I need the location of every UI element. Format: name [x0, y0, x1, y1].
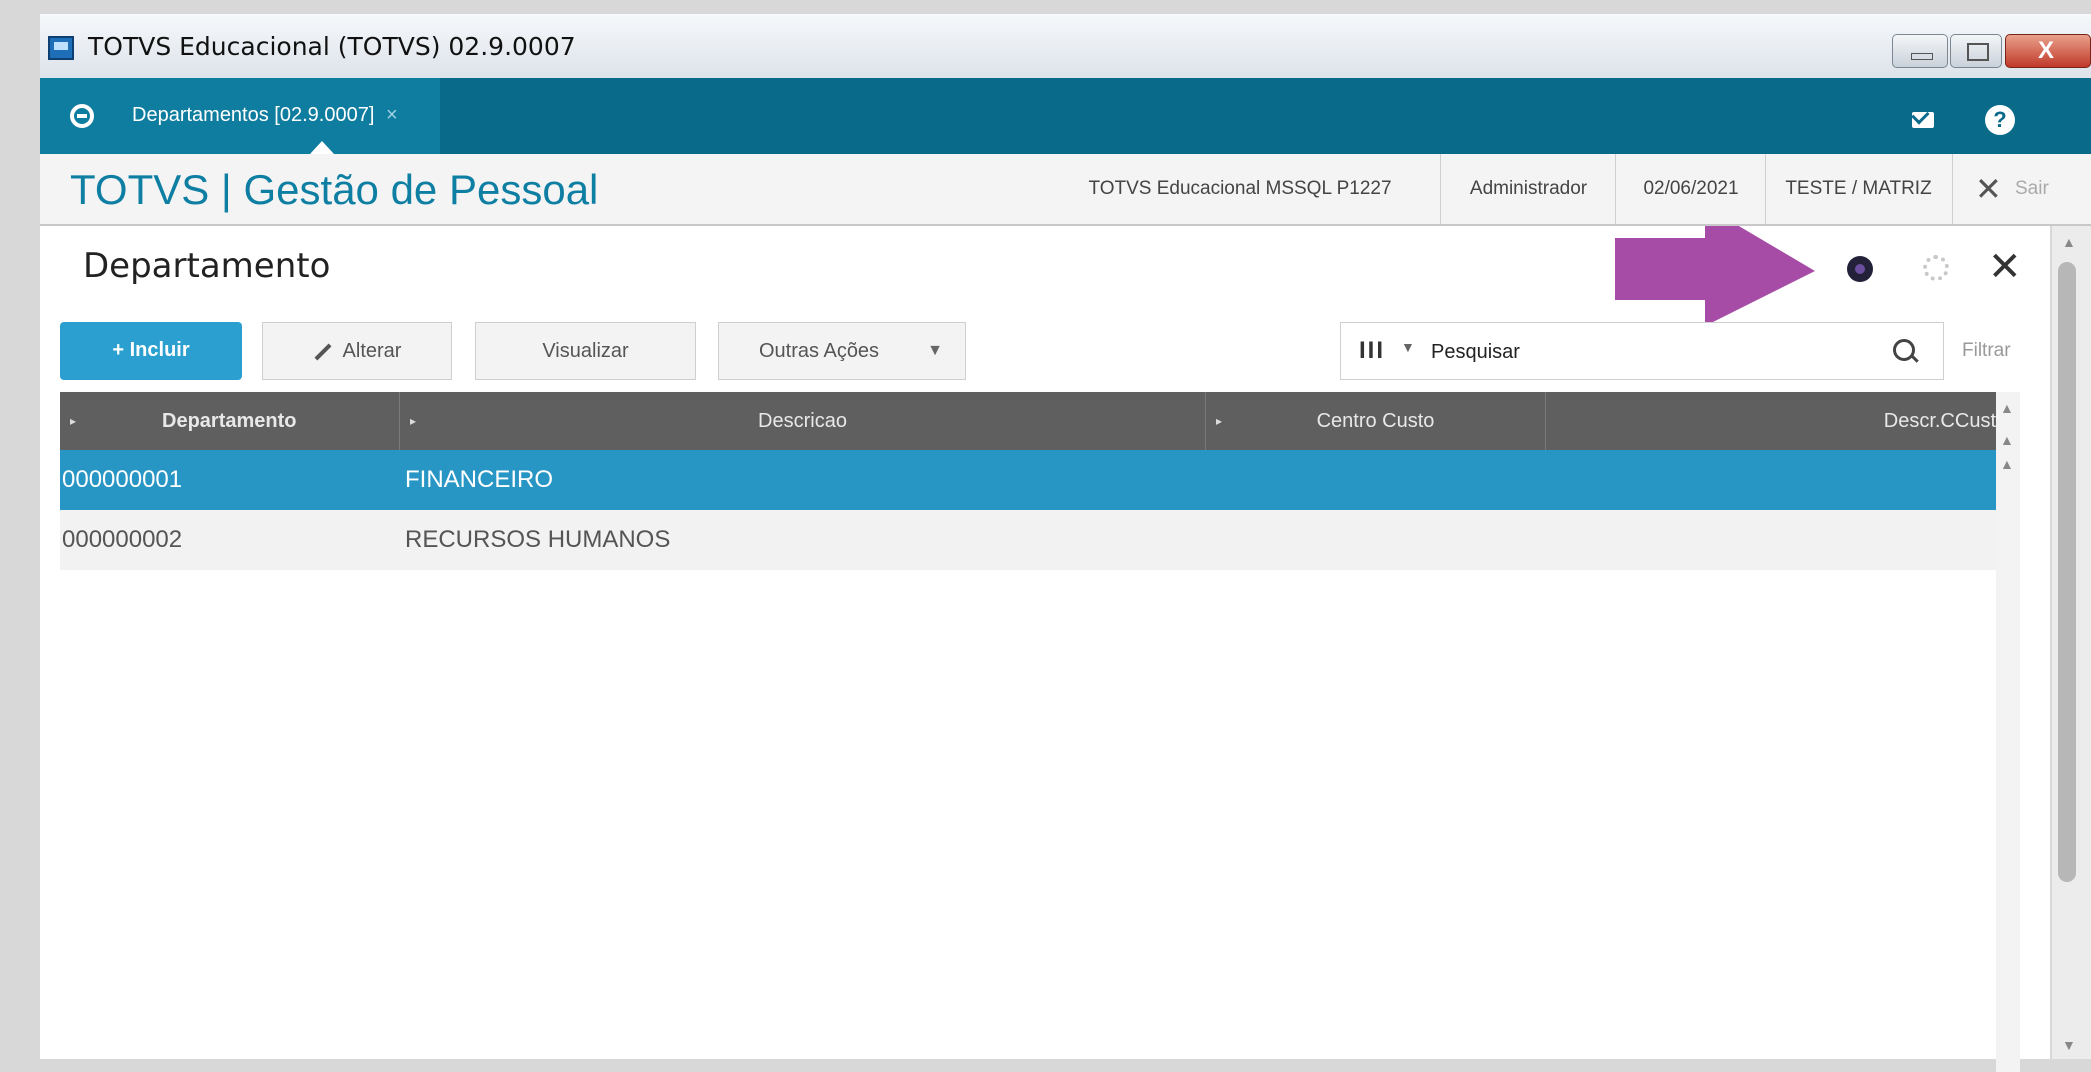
search-input[interactable] — [1429, 331, 1853, 373]
window-title: TOTVS Educacional (TOTVS) 02.9.0007 — [88, 32, 576, 61]
page-scrollbar[interactable]: ▲ ▼ — [2052, 226, 2091, 1059]
table-row[interactable]: 000000002 RECURSOS HUMANOS — [60, 510, 1996, 570]
minimize-button[interactable] — [1892, 34, 1948, 68]
column-marker-icon: ▸ — [70, 414, 77, 428]
column-header-departamento[interactable]: ▸ Departamento — [60, 392, 400, 450]
user-info: Administrador — [1440, 154, 1616, 224]
scroll-down-icon[interactable]: ▼ — [2062, 1037, 2076, 1053]
scroll-up-icon[interactable]: ▲ — [2000, 432, 2014, 448]
tab-departamentos[interactable]: Departamentos [02.9.0007] × — [40, 78, 440, 154]
chevron-down-icon: ▼ — [927, 342, 943, 359]
cell-departamento: 000000002 — [62, 526, 183, 553]
logout-label: Sair — [2015, 178, 2049, 199]
table-scrollbar[interactable]: ▲ ▲ ▲ — [1996, 392, 2020, 1072]
search-box: III ▼ — [1340, 322, 1944, 380]
scroll-up-icon[interactable]: ▲ — [2062, 234, 2076, 250]
module-title: TOTVS | Gestão de Pessoal — [70, 166, 599, 213]
scroll-up-icon[interactable]: ▲ — [2000, 400, 2014, 416]
alterar-label: Alterar — [342, 340, 402, 362]
app-icon — [48, 36, 74, 60]
window-titlebar: TOTVS Educacional (TOTVS) 02.9.0007 X — [40, 14, 2091, 79]
tab-close-icon[interactable]: × — [386, 104, 398, 126]
circle-menu-icon[interactable] — [70, 104, 94, 128]
theme-indicator-icon[interactable] — [1847, 256, 1873, 282]
table-header: ▸ Departamento ▸ Descricao ▸ Centro Cust… — [60, 392, 1996, 450]
scrollbar-thumb[interactable] — [2058, 262, 2076, 882]
scroll-up-icon[interactable]: ▲ — [2000, 456, 2014, 472]
logout-button[interactable]: ✕ Sair — [1952, 154, 2091, 224]
top-navigation-bar: Departamentos [02.9.0007] × ? — [40, 78, 2091, 154]
module-bar: TOTVS | Gestão de Pessoal TOTVS Educacio… — [40, 154, 2091, 226]
logout-icon: ✕ — [1975, 171, 2002, 207]
cell-descricao: RECURSOS HUMANOS — [405, 526, 671, 553]
pencil-icon — [314, 343, 332, 361]
cell-descricao: FINANCEIRO — [405, 466, 554, 493]
gear-icon[interactable] — [1923, 255, 1949, 281]
maximize-button[interactable] — [1950, 34, 2002, 68]
table-row[interactable]: 000000001 FINANCEIRO — [60, 450, 1996, 510]
branch-info[interactable]: TESTE / MATRIZ — [1765, 154, 1951, 224]
column-header-descricao[interactable]: ▸ Descricao — [400, 392, 1206, 450]
purple-arrow-icon — [1615, 226, 1815, 326]
columns-icon[interactable]: III — [1359, 337, 1385, 365]
outras-acoes-dropdown[interactable]: Outras Ações ▼ — [718, 322, 966, 380]
content-panel: Departamento ✕ + Incluir Alterar Visuali… — [40, 226, 2050, 1072]
cell-departamento: 000000001 — [62, 466, 183, 493]
chevron-down-icon[interactable]: ▼ — [1401, 339, 1415, 355]
help-icon[interactable]: ? — [1985, 105, 2015, 135]
alterar-button[interactable]: Alterar — [262, 322, 452, 380]
search-icon[interactable] — [1893, 339, 1915, 361]
mail-icon[interactable] — [1912, 112, 1934, 128]
tab-label: Departamentos [02.9.0007] — [132, 104, 375, 126]
departments-table: ▸ Departamento ▸ Descricao ▸ Centro Cust… — [60, 392, 1996, 570]
date-info: 02/06/2021 — [1615, 154, 1766, 224]
column-header-descr-ccust[interactable]: Descr.CCust — [1546, 392, 1996, 450]
outras-acoes-label: Outras Ações — [759, 340, 880, 362]
close-window-button[interactable]: X — [2005, 34, 2091, 68]
filtrar-link[interactable]: Filtrar — [1962, 340, 2011, 362]
column-header-centro-custo[interactable]: ▸ Centro Custo — [1206, 392, 1546, 450]
page-title: Departamento — [83, 246, 331, 286]
close-icon: X — [2038, 37, 2055, 64]
database-info: TOTVS Educacional MSSQL P1227 — [1088, 178, 1392, 199]
active-tab-indicator — [310, 141, 334, 154]
close-panel-icon[interactable]: ✕ — [1988, 244, 2022, 290]
visualizar-button[interactable]: Visualizar — [475, 322, 696, 380]
incluir-button[interactable]: + Incluir — [60, 322, 242, 380]
